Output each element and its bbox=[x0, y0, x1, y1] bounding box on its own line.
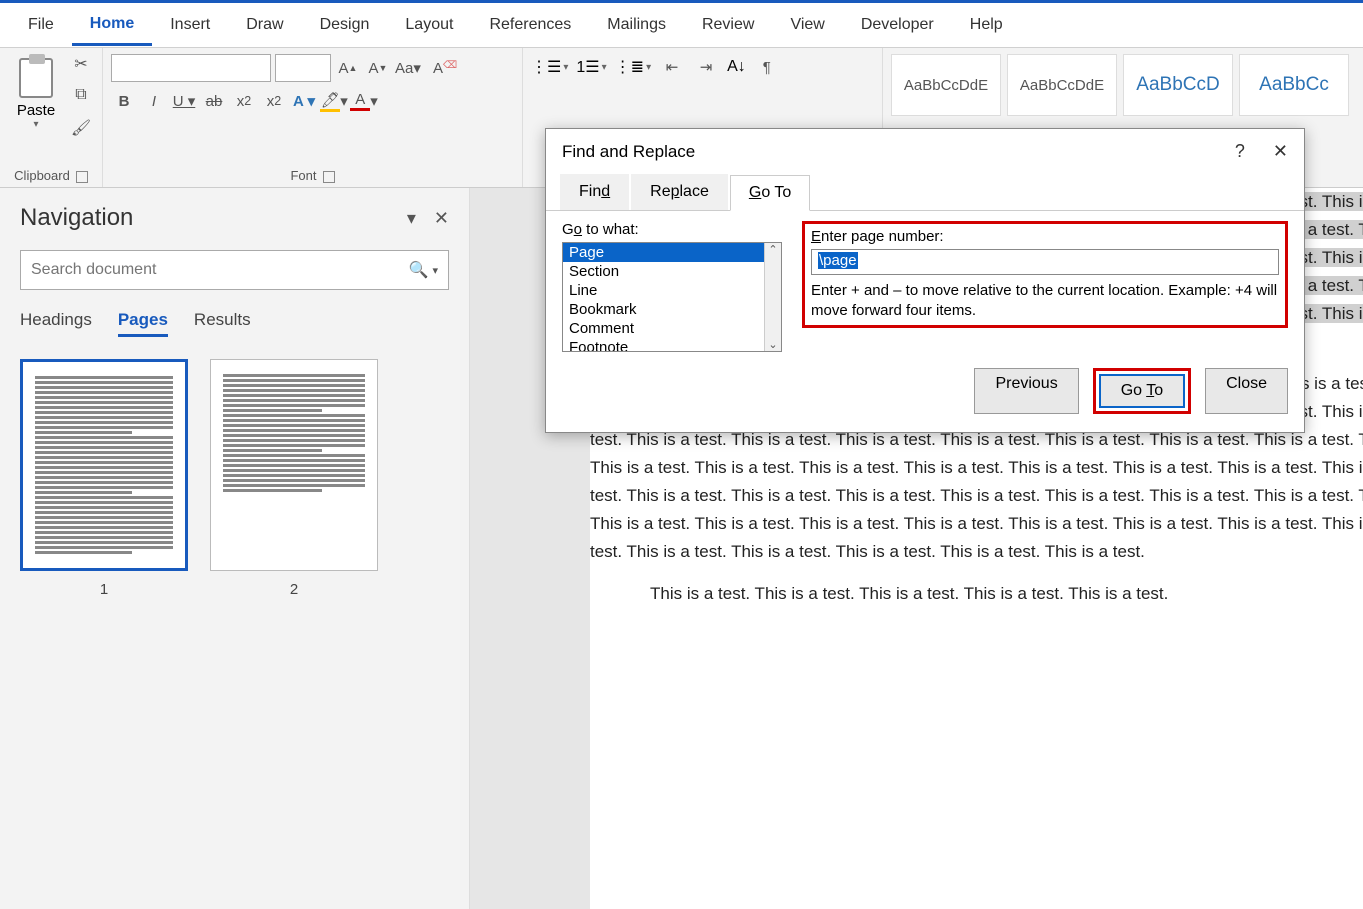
decrease-indent-button[interactable]: ⇤ bbox=[659, 54, 685, 80]
strikethrough-button[interactable]: ab bbox=[201, 88, 227, 114]
dialog-title: Find and Replace bbox=[562, 142, 695, 162]
nav-search-box[interactable]: 🔍 ▾ bbox=[20, 250, 449, 290]
tab-draw[interactable]: Draw bbox=[228, 6, 301, 44]
goto-list-scrollbar[interactable]: ⌃⌄ bbox=[764, 243, 781, 351]
enter-page-highlight: Enter page number: \page Enter + and – t… bbox=[802, 221, 1288, 328]
nav-options-icon[interactable]: ▾ bbox=[407, 208, 416, 229]
tab-layout[interactable]: Layout bbox=[387, 6, 471, 44]
bullets-button[interactable]: ⋮☰▾ bbox=[531, 57, 568, 77]
font-name-select[interactable] bbox=[111, 54, 271, 82]
goto-item-bookmark[interactable]: Bookmark bbox=[563, 300, 781, 319]
sort-button[interactable]: A↓ bbox=[727, 58, 746, 76]
increase-indent-button[interactable]: ⇥ bbox=[693, 54, 719, 80]
find-replace-dialog: Find and Replace ? ✕ Find Replace Go To … bbox=[545, 128, 1305, 433]
page-thumbnail-1[interactable] bbox=[20, 359, 188, 571]
clear-formatting-icon[interactable]: A⌫ bbox=[425, 55, 451, 81]
paste-label: Paste bbox=[17, 102, 55, 119]
dialog-tabs: Find Replace Go To bbox=[546, 174, 1304, 211]
italic-button[interactable]: I bbox=[141, 88, 167, 114]
group-font: A▲ A▼ Aa▾ A⌫ B I U ▾ ab x2 x2 A ▾ 🖊▾ A▾ … bbox=[103, 48, 523, 187]
multilevel-list-button[interactable]: ⋮≣▾ bbox=[615, 57, 651, 77]
navigation-title: Navigation bbox=[20, 204, 133, 232]
tab-review[interactable]: Review bbox=[684, 6, 772, 44]
nav-search-input[interactable] bbox=[31, 261, 409, 279]
tab-developer[interactable]: Developer bbox=[843, 6, 952, 44]
subscript-button[interactable]: x2 bbox=[231, 88, 257, 114]
clipboard-icon bbox=[19, 58, 53, 98]
show-marks-button[interactable]: ¶ bbox=[754, 54, 780, 80]
tab-file[interactable]: File bbox=[10, 6, 72, 44]
previous-button[interactable]: Previous bbox=[974, 368, 1078, 414]
goto-what-label: Go to what: bbox=[562, 221, 782, 238]
search-options-icon[interactable]: ▾ bbox=[432, 264, 438, 277]
goto-item-comment[interactable]: Comment bbox=[563, 319, 781, 338]
page-number-input[interactable]: \page bbox=[811, 249, 1279, 275]
cut-icon[interactable]: ✂ bbox=[70, 54, 92, 76]
dialog-tab-replace[interactable]: Replace bbox=[631, 174, 728, 210]
font-color-button[interactable]: A▾ bbox=[351, 88, 377, 114]
dialog-close-icon[interactable]: ✕ bbox=[1273, 141, 1288, 162]
enter-page-label: Enter page number: bbox=[811, 228, 1279, 245]
ribbon-tabs: File Home Insert Draw Design Layout Refe… bbox=[0, 0, 1363, 48]
tab-insert[interactable]: Insert bbox=[152, 6, 228, 44]
tab-design[interactable]: Design bbox=[302, 6, 388, 44]
style-heading1[interactable]: AaBbCcD bbox=[1123, 54, 1233, 116]
paste-button[interactable]: Paste ▾ bbox=[8, 54, 64, 140]
bold-button[interactable]: B bbox=[111, 88, 137, 114]
style-no-spacing[interactable]: AaBbCcDdE bbox=[1007, 54, 1117, 116]
goto-item-line[interactable]: Line bbox=[563, 281, 781, 300]
clipboard-launcher-icon[interactable] bbox=[76, 171, 88, 183]
tab-view[interactable]: View bbox=[772, 6, 842, 44]
goto-item-page[interactable]: Page bbox=[563, 243, 781, 262]
thumb-2-number: 2 bbox=[290, 581, 298, 598]
dialog-tab-find[interactable]: Find bbox=[560, 174, 629, 210]
copy-icon[interactable]: ⧉ bbox=[70, 86, 92, 108]
font-group-label: Font bbox=[290, 168, 316, 183]
font-launcher-icon[interactable] bbox=[323, 171, 335, 183]
style-heading2[interactable]: AaBbCc bbox=[1239, 54, 1349, 116]
underline-button[interactable]: U ▾ bbox=[171, 88, 197, 114]
navigation-pane: Navigation ▾ ✕ 🔍 ▾ Headings Pages Result… bbox=[0, 188, 470, 909]
nav-close-icon[interactable]: ✕ bbox=[434, 208, 449, 229]
nav-tab-headings[interactable]: Headings bbox=[20, 310, 92, 337]
highlight-button[interactable]: 🖊▾ bbox=[321, 88, 347, 114]
nav-tab-pages[interactable]: Pages bbox=[118, 310, 168, 337]
search-icon[interactable]: 🔍 bbox=[409, 260, 429, 280]
font-size-select[interactable] bbox=[275, 54, 331, 82]
thumb-1-number: 1 bbox=[100, 581, 108, 598]
goto-item-footnote[interactable]: Footnote bbox=[563, 338, 781, 352]
increase-font-icon[interactable]: A▲ bbox=[335, 55, 361, 81]
group-clipboard: Paste ▾ ✂ ⧉ 🖌 Clipboard bbox=[0, 48, 103, 187]
clipboard-group-label: Clipboard bbox=[14, 168, 70, 183]
dialog-help-icon[interactable]: ? bbox=[1235, 141, 1245, 162]
page-thumbnails: 1 2 bbox=[20, 359, 449, 598]
goto-what-list[interactable]: Page Section Line Bookmark Comment Footn… bbox=[562, 242, 782, 352]
close-button[interactable]: Close bbox=[1205, 368, 1288, 414]
style-normal[interactable]: AaBbCcDdE bbox=[891, 54, 1001, 116]
text-effects-button[interactable]: A ▾ bbox=[291, 88, 317, 114]
goto-button-highlight: Go To bbox=[1093, 368, 1191, 414]
numbering-button[interactable]: 1☰▾ bbox=[576, 57, 606, 77]
tab-mailings[interactable]: Mailings bbox=[589, 6, 684, 44]
tab-references[interactable]: References bbox=[471, 6, 589, 44]
tab-help[interactable]: Help bbox=[952, 6, 1021, 44]
tab-home[interactable]: Home bbox=[72, 5, 152, 46]
goto-button[interactable]: Go To bbox=[1099, 374, 1185, 408]
format-painter-icon[interactable]: 🖌 bbox=[70, 118, 92, 140]
decrease-font-icon[interactable]: A▼ bbox=[365, 55, 391, 81]
nav-subtabs: Headings Pages Results bbox=[20, 310, 449, 337]
page-thumbnail-2[interactable] bbox=[210, 359, 378, 571]
goto-hint-text: Enter + and – to move relative to the cu… bbox=[811, 281, 1279, 321]
superscript-button[interactable]: x2 bbox=[261, 88, 287, 114]
goto-item-section[interactable]: Section bbox=[563, 262, 781, 281]
nav-tab-results[interactable]: Results bbox=[194, 310, 251, 337]
change-case-icon[interactable]: Aa▾ bbox=[395, 55, 421, 81]
dialog-tab-goto[interactable]: Go To bbox=[730, 175, 810, 211]
